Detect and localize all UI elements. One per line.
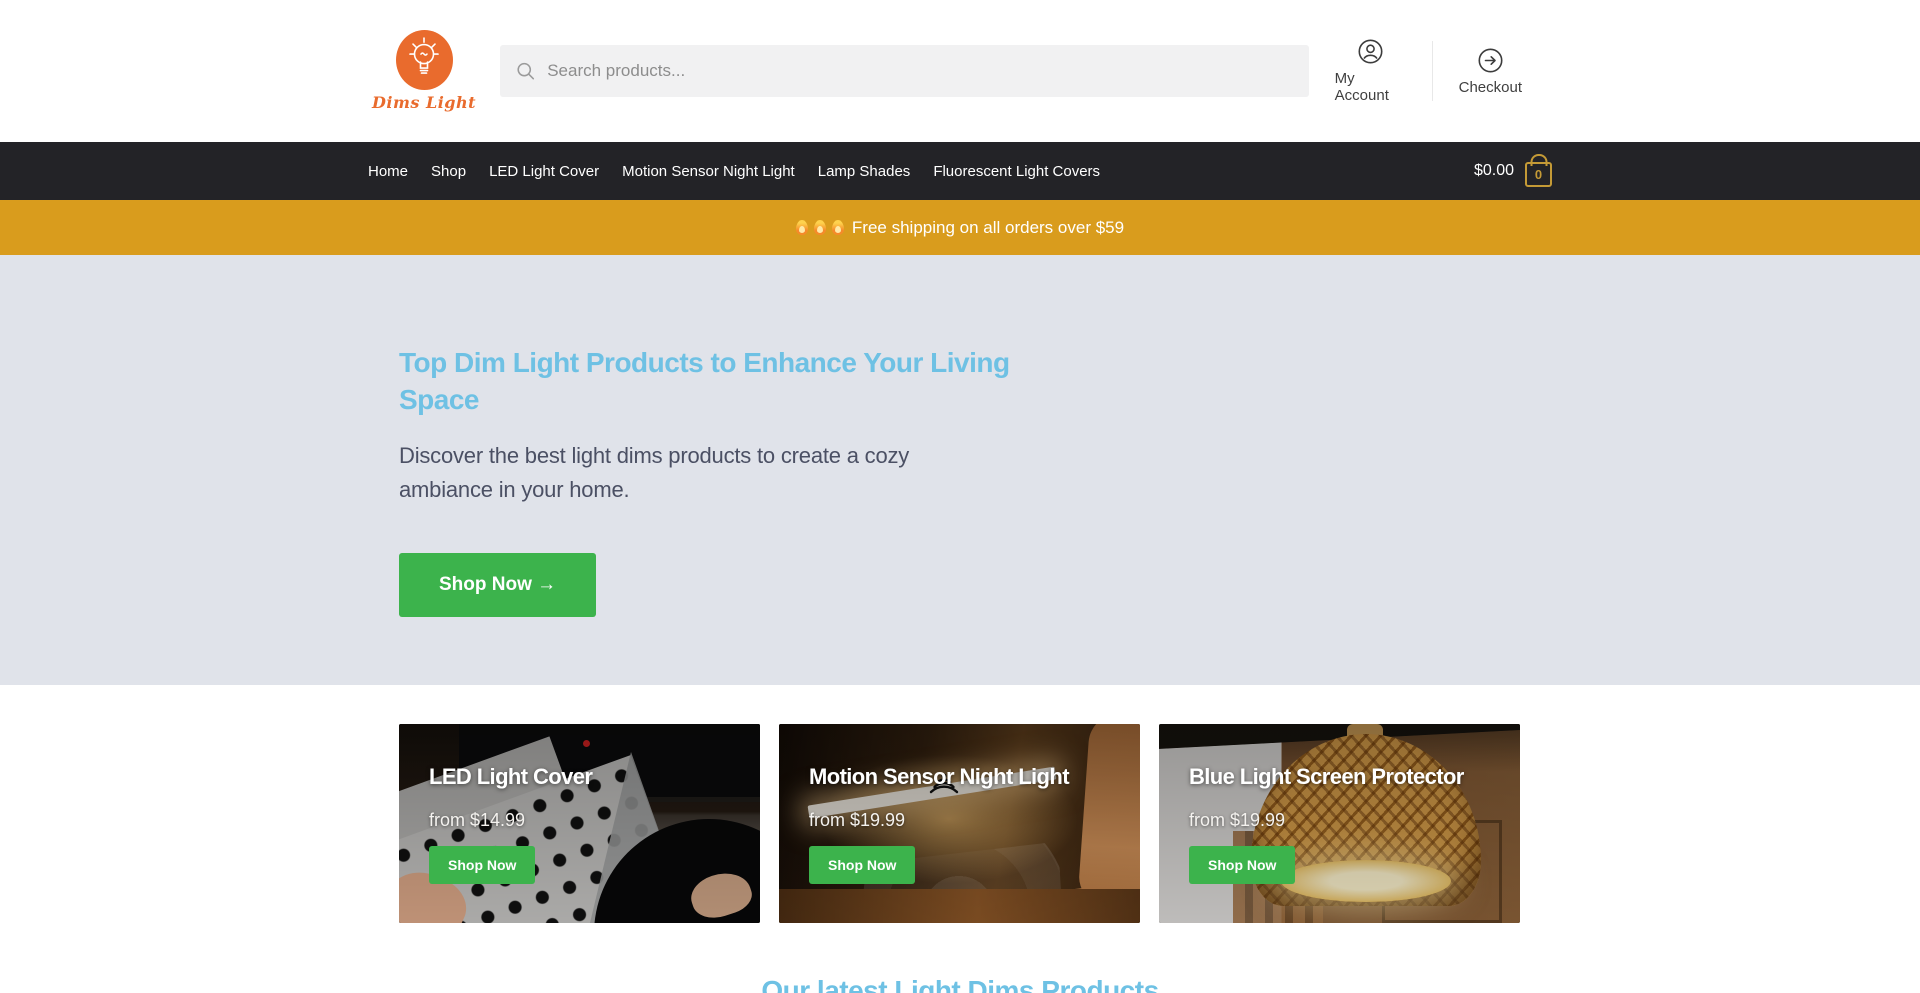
flame-icon [796,220,808,235]
checkout-label: Checkout [1459,79,1522,96]
nav-item-lamp-shades[interactable]: Lamp Shades [818,163,911,180]
nav-item-motion-sensor-night-light[interactable]: Motion Sensor Night Light [622,163,795,180]
search-icon [516,61,535,81]
card-shop-now-button[interactable]: Shop Now [429,846,535,884]
card-shop-now-button[interactable]: Shop Now [809,846,915,884]
main-nav: Home Shop LED Light Cover Motion Sensor … [0,142,1920,200]
checkout-link[interactable]: Checkout [1433,47,1548,96]
hero-shop-now-button[interactable]: Shop Now → [399,553,596,617]
cart-widget[interactable]: $0.00 0 [1474,155,1552,187]
hero-section: Top Dim Light Products to Enhance Your L… [0,255,1920,685]
search-input[interactable] [547,61,1292,81]
cart-total: $0.00 [1474,162,1514,180]
nav-item-led-light-cover[interactable]: LED Light Cover [489,163,599,180]
search-bar[interactable] [500,45,1309,97]
account-icon [1357,38,1384,65]
promo-banner-text: Free shipping on all orders over $59 [852,218,1124,238]
nav-item-fluorescent-light-covers[interactable]: Fluorescent Light Covers [933,163,1100,180]
flame-icon [832,220,844,235]
brand-name: Dims Light [372,93,476,112]
site-header: Dims Light My Account [0,0,1920,142]
card-shop-now-button[interactable]: Shop Now [1189,846,1295,884]
nav-item-shop[interactable]: Shop [431,163,466,180]
card-price: from $19.99 [809,810,1140,831]
cart-bag-icon: 0 [1525,162,1552,187]
card-blue-light-screen-protector[interactable]: Blue Light Screen Protector from $19.99 … [1159,724,1520,923]
hero-title: Top Dim Light Products to Enhance Your L… [399,345,1019,419]
card-led-light-cover[interactable]: LED Light Cover from $14.99 Shop Now [399,724,760,923]
my-account-link[interactable]: My Account [1309,38,1432,104]
checkout-arrow-icon [1477,47,1504,74]
promo-banner: Free shipping on all orders over $59 [0,200,1920,255]
card-title: Motion Sensor Night Light [809,764,1140,790]
card-motion-sensor-night-light[interactable]: Motion Sensor Night Light from $19.99 Sh… [779,724,1140,923]
my-account-label: My Account [1335,70,1406,104]
nav-item-home[interactable]: Home [368,163,408,180]
card-title: Blue Light Screen Protector [1189,764,1520,790]
flame-icon [814,220,826,235]
card-price: from $19.99 [1189,810,1520,831]
cart-count-badge: 0 [1535,167,1542,182]
card-price: from $14.99 [429,810,760,831]
latest-products-heading: Our latest Light Dims Products [0,975,1920,993]
site-logo[interactable]: Dims Light [372,30,476,112]
hero-subtitle: Discover the best light dims products to… [399,439,999,507]
featured-cards-row: LED Light Cover from $14.99 Shop Now Mot… [399,724,1521,923]
card-title: LED Light Cover [429,764,760,790]
lightbulb-icon [396,30,453,90]
